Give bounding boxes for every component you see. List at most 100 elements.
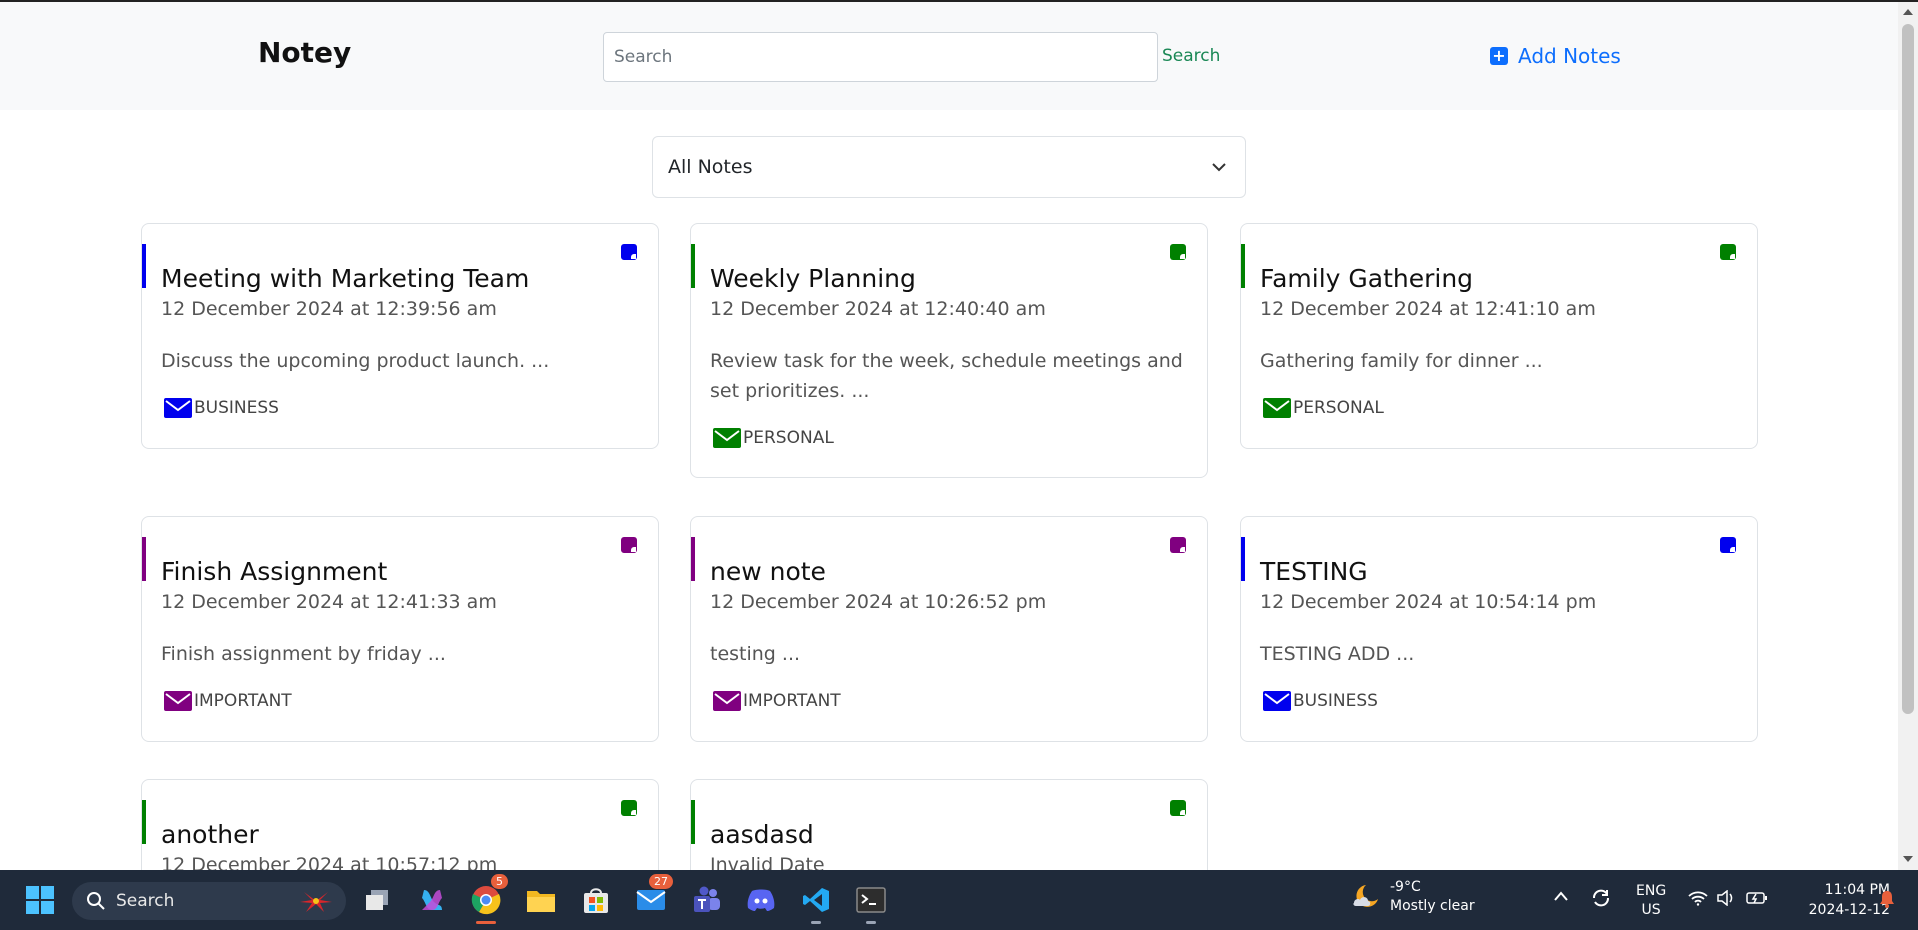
envelope-icon [164, 398, 192, 418]
taskbar-search[interactable]: Search [72, 882, 346, 920]
chevron-up-icon[interactable] [1553, 890, 1569, 906]
weather-widget[interactable]: -9°C Mostly clear [1350, 878, 1475, 916]
note-title: another [161, 820, 259, 849]
add-notes-label: Add Notes [1518, 44, 1621, 68]
envelope-icon [1263, 398, 1291, 418]
scroll-up-arrow-icon[interactable] [1903, 9, 1913, 15]
taskbar-search-label: Search [116, 891, 175, 911]
battery-icon[interactable] [1746, 890, 1768, 910]
note-card[interactable]: Family Gathering 12 December 2024 at 12:… [1240, 223, 1758, 449]
sticky-note-icon [621, 244, 637, 260]
sticky-note-icon [1720, 537, 1736, 553]
note-body: Finish assignment by friday ... [161, 643, 446, 665]
weather-description: Mostly clear [1390, 898, 1475, 914]
note-date: 12 December 2024 at 12:39:56 am [161, 298, 497, 320]
note-card[interactable]: TESTING 12 December 2024 at 10:54:14 pm … [1240, 516, 1758, 742]
note-date: 12 December 2024 at 12:40:40 am [710, 298, 1046, 320]
notes-filter-select[interactable]: All Notes [652, 136, 1246, 198]
terminal-icon[interactable] [851, 880, 891, 924]
language-indicator[interactable]: ENG US [1636, 882, 1666, 920]
envelope-icon [164, 691, 192, 711]
windows-start-icon[interactable] [20, 880, 60, 920]
vscode-icon[interactable] [796, 880, 836, 924]
note-tag: BUSINESS [164, 398, 279, 418]
category-bar [1241, 537, 1245, 581]
chrome-icon[interactable]: 5 [466, 874, 508, 924]
note-title: aasdasd [710, 820, 814, 849]
note-card[interactable]: Finish Assignment 12 December 2024 at 12… [141, 516, 659, 742]
note-date: 12 December 2024 at 12:41:10 am [1260, 298, 1596, 320]
copilot-icon[interactable] [412, 880, 452, 920]
search-input[interactable] [603, 32, 1158, 82]
file-explorer-icon[interactable] [521, 880, 561, 920]
plus-icon: + [1490, 47, 1508, 65]
note-tag: PERSONAL [713, 428, 834, 448]
note-tag-label: IMPORTANT [743, 691, 841, 711]
envelope-icon [713, 428, 741, 448]
sticky-note-icon [1170, 537, 1186, 553]
language-bottom: US [1641, 902, 1661, 918]
note-body: testing ... [710, 643, 801, 665]
note-card[interactable]: aasdasd Invalid Date [690, 779, 1208, 879]
filter-selected-value: All Notes [668, 156, 753, 178]
category-bar [1241, 244, 1245, 288]
envelope-icon [713, 691, 741, 711]
sticky-note-icon [1170, 800, 1186, 816]
search-button[interactable]: Search [1162, 46, 1220, 66]
note-tag: IMPORTANT [164, 691, 292, 711]
category-bar [691, 244, 695, 288]
note-card[interactable]: another 12 December 2024 at 10:57:12 pm [141, 779, 659, 879]
sync-icon[interactable] [1590, 887, 1612, 913]
category-bar [691, 800, 695, 844]
notification-bell-icon[interactable] [1878, 889, 1896, 913]
envelope-icon [1263, 691, 1291, 711]
moon-cloud-icon [1353, 885, 1378, 907]
windows-taskbar: Search 5 27 -9°C Mostly clear ENG US 11:… [0, 870, 1918, 930]
open-app-indicator [811, 921, 821, 924]
scroll-thumb[interactable] [1902, 24, 1914, 714]
weather-temperature: -9°C [1390, 879, 1421, 895]
page-scrollbar[interactable] [1898, 2, 1918, 870]
active-app-indicator [476, 921, 496, 924]
microsoft-store-icon[interactable] [576, 880, 616, 920]
chevron-down-icon [1212, 163, 1226, 172]
note-tag-label: BUSINESS [194, 398, 279, 418]
note-date: 12 December 2024 at 10:26:52 pm [710, 591, 1047, 613]
system-clock[interactable]: 11:04 PM 2024-12-12 [1780, 880, 1890, 920]
brand-logo[interactable]: Notey [258, 36, 351, 69]
poinsettia-icon [300, 892, 332, 912]
volume-icon[interactable] [1716, 889, 1736, 910]
scroll-down-arrow-icon[interactable] [1903, 856, 1913, 862]
note-card[interactable]: new note 12 December 2024 at 10:26:52 pm… [690, 516, 1208, 742]
note-tag: PERSONAL [1263, 398, 1384, 418]
clock-time: 11:04 PM [1824, 882, 1890, 898]
search-icon [87, 892, 105, 910]
note-body: Gathering family for dinner ... [1260, 350, 1543, 372]
note-body: TESTING ADD ... [1260, 643, 1415, 665]
sticky-note-icon [1720, 244, 1736, 260]
task-view-icon[interactable] [357, 880, 397, 920]
mail-icon[interactable]: 27 [631, 874, 673, 920]
mail-badge: 27 [649, 874, 673, 889]
category-bar [142, 244, 146, 288]
teams-icon[interactable] [686, 880, 726, 920]
category-bar [142, 800, 146, 844]
note-title: TESTING [1260, 557, 1368, 586]
note-body: Review task for the week, schedule meeti… [710, 350, 1183, 402]
note-card[interactable]: Meeting with Marketing Team 12 December … [141, 223, 659, 449]
note-tag: IMPORTANT [713, 691, 841, 711]
wifi-icon[interactable] [1688, 890, 1708, 910]
sticky-note-icon [621, 537, 637, 553]
note-tag: BUSINESS [1263, 691, 1378, 711]
sticky-note-icon [1170, 244, 1186, 260]
add-notes-button[interactable]: + Add Notes [1490, 44, 1621, 68]
discord-icon[interactable] [741, 880, 781, 920]
note-tag-label: IMPORTANT [194, 691, 292, 711]
note-body: Discuss the upcoming product launch. ... [161, 350, 550, 372]
note-tag-label: PERSONAL [743, 428, 834, 448]
note-card[interactable]: Weekly Planning 12 December 2024 at 12:4… [690, 223, 1208, 478]
clock-date: 2024-12-12 [1808, 902, 1890, 918]
note-tag-label: BUSINESS [1293, 691, 1378, 711]
sticky-note-icon [621, 800, 637, 816]
language-top: ENG [1636, 883, 1667, 899]
